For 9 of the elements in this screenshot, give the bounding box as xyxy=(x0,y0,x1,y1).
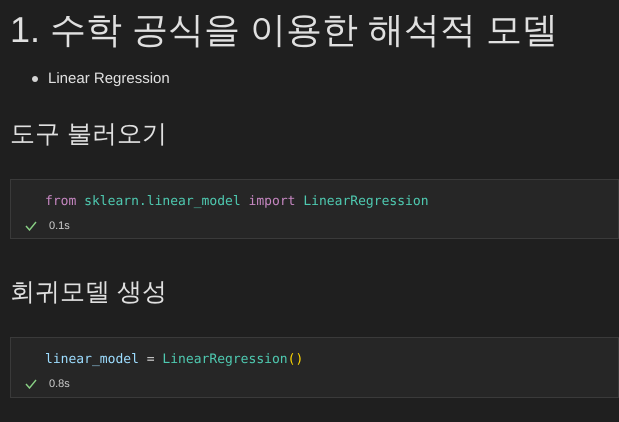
heading: 1. 수학 공식을 이용한 해석적 모델 xyxy=(9,8,560,52)
code-line: from sklearn.linear_model import LinearRegression xyxy=(45,192,429,210)
code-line: linear_model = LinearRegression() xyxy=(45,351,304,369)
execution-time: 0.1s xyxy=(49,218,70,234)
bullet-text: Linear Regression xyxy=(48,69,170,89)
bullet-icon xyxy=(32,76,38,82)
execution-time: 0.8s xyxy=(49,377,70,392)
subheading: 도구 불러오기 xyxy=(9,118,168,150)
subheading: 회귀모델 생성 xyxy=(9,277,168,308)
